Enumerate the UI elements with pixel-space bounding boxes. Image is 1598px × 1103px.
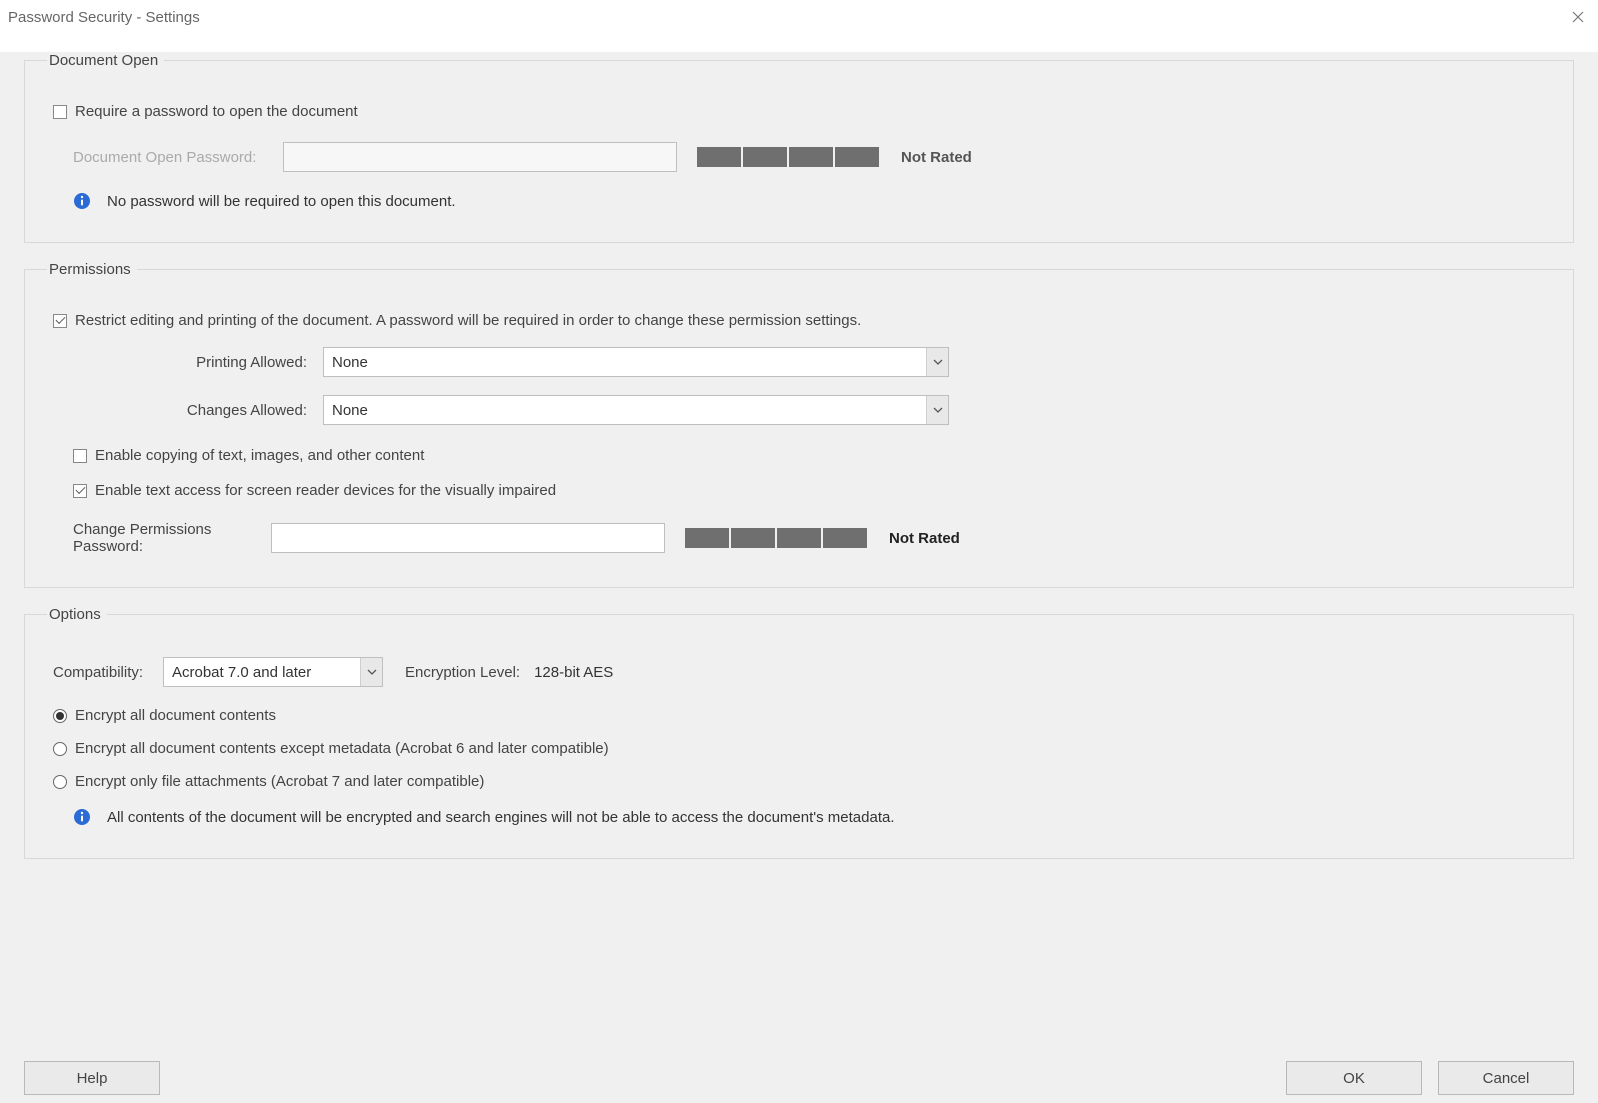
select-compatibility[interactable]: Acrobat 7.0 and later [163, 657, 383, 687]
chevron-down-icon[interactable] [926, 396, 948, 424]
chevron-down-icon[interactable] [926, 348, 948, 376]
password-strength-meter-permissions [685, 528, 867, 548]
checkbox-enable-screenreader[interactable] [73, 484, 87, 498]
label-enable-screenreader: Enable text access for screen reader dev… [95, 482, 556, 499]
chevron-down-icon[interactable] [360, 658, 382, 686]
radio-encrypt-all[interactable] [53, 709, 67, 723]
help-button[interactable]: Help [24, 1061, 160, 1095]
label-require-password: Require a password to open the document [75, 103, 358, 120]
document-open-password-input[interactable] [283, 142, 677, 172]
checkbox-restrict-editing[interactable] [53, 314, 67, 328]
meter-seg [789, 147, 833, 167]
select-printing-value: None [332, 354, 368, 371]
options-info-text: All contents of the document will be enc… [107, 809, 895, 826]
close-icon[interactable] [1568, 7, 1588, 27]
label-restrict-editing: Restrict editing and printing of the doc… [75, 312, 861, 329]
info-icon [73, 192, 91, 210]
row-radio-encrypt-all[interactable]: Encrypt all document contents [53, 707, 1545, 724]
row-options-info: All contents of the document will be enc… [53, 808, 1545, 826]
label-radio-encrypt-attachments: Encrypt only file attachments (Acrobat 7… [75, 773, 484, 790]
row-radio-encrypt-attachments[interactable]: Encrypt only file attachments (Acrobat 7… [53, 773, 1545, 790]
meter-seg [731, 528, 775, 548]
password-rating-permissions: Not Rated [889, 530, 960, 547]
checkbox-enable-copy[interactable] [73, 449, 87, 463]
encryption-level-value: 128-bit AES [534, 664, 613, 681]
meter-seg [743, 147, 787, 167]
row-require-password[interactable]: Require a password to open the document [53, 103, 1545, 120]
checkbox-require-password[interactable] [53, 105, 67, 119]
doc-open-info-text: No password will be required to open thi… [107, 193, 456, 210]
cancel-button[interactable]: Cancel [1438, 1061, 1574, 1095]
radio-encrypt-attachments[interactable] [53, 775, 67, 789]
group-options: Options Compatibility: Acrobat 7.0 and l… [24, 606, 1574, 859]
label-printing-allowed: Printing Allowed: [53, 354, 323, 371]
row-doc-open-password: Document Open Password: Not Rated [53, 142, 1545, 172]
info-icon [73, 808, 91, 826]
password-rating-open: Not Rated [901, 149, 972, 166]
dialog-content: Document Open Require a password to open… [0, 52, 1598, 1103]
row-enable-copy[interactable]: Enable copying of text, images, and othe… [53, 447, 1545, 464]
label-doc-open-password: Document Open Password: [73, 149, 283, 166]
label-encryption-level: Encryption Level: [405, 664, 520, 681]
meter-seg [835, 147, 879, 167]
row-restrict-editing[interactable]: Restrict editing and printing of the doc… [53, 312, 1545, 329]
select-compatibility-value: Acrobat 7.0 and later [172, 664, 311, 681]
row-compatibility: Compatibility: Acrobat 7.0 and later Enc… [53, 657, 1545, 687]
label-radio-encrypt-all: Encrypt all document contents [75, 707, 276, 724]
legend-permissions: Permissions [47, 261, 137, 278]
label-changes-allowed: Changes Allowed: [53, 402, 323, 419]
legend-options: Options [47, 606, 107, 623]
password-strength-meter-open [697, 147, 879, 167]
radio-encrypt-except-meta[interactable] [53, 742, 67, 756]
label-compatibility: Compatibility: [53, 664, 163, 681]
row-radio-encrypt-except-meta[interactable]: Encrypt all document contents except met… [53, 740, 1545, 757]
select-printing-allowed[interactable]: None [323, 347, 949, 377]
meter-seg [697, 147, 741, 167]
change-permissions-password-input[interactable] [271, 523, 665, 553]
ok-button[interactable]: OK [1286, 1061, 1422, 1095]
row-doc-open-info: No password will be required to open thi… [53, 192, 1545, 210]
label-enable-copy: Enable copying of text, images, and othe… [95, 447, 424, 464]
row-enable-screenreader[interactable]: Enable text access for screen reader dev… [53, 482, 1545, 499]
group-permissions: Permissions Restrict editing and printin… [24, 261, 1574, 588]
meter-seg [685, 528, 729, 548]
select-changes-value: None [332, 402, 368, 419]
label-change-permissions-password: Change Permissions Password: [73, 521, 271, 555]
row-changes-allowed: Changes Allowed: None [53, 395, 1545, 425]
row-change-permissions-password: Change Permissions Password: Not Rated [53, 521, 1545, 555]
group-document-open: Document Open Require a password to open… [24, 52, 1574, 243]
label-radio-encrypt-except-meta: Encrypt all document contents except met… [75, 740, 609, 757]
window-title: Password Security - Settings [8, 9, 200, 26]
legend-document-open: Document Open [47, 52, 164, 69]
meter-seg [777, 528, 821, 548]
right-buttons: OK Cancel [1286, 1061, 1574, 1095]
meter-seg [823, 528, 867, 548]
row-printing-allowed: Printing Allowed: None [53, 347, 1545, 377]
titlebar: Password Security - Settings [0, 0, 1598, 34]
select-changes-allowed[interactable]: None [323, 395, 949, 425]
button-bar: Help OK Cancel [24, 1061, 1574, 1095]
